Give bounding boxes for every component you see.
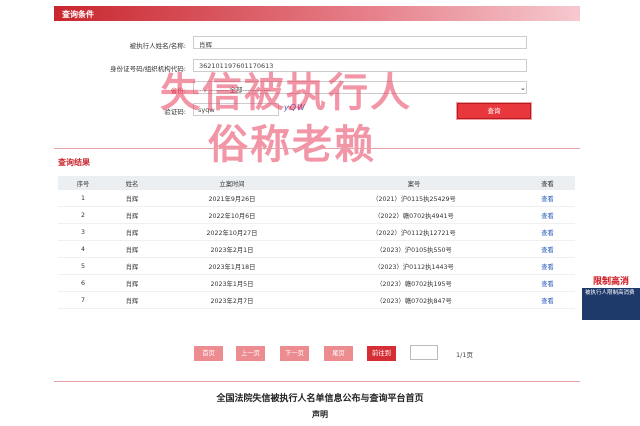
search-conditions-header: 查询条件: [54, 6, 580, 21]
table-row: 3 肖辉 2022年10月27日 （2022）沪0112执12721号 查看: [58, 223, 575, 241]
row-case: （2023）沪0105执550号: [308, 240, 520, 258]
view-link[interactable]: 查看: [520, 190, 575, 207]
divider: [54, 148, 580, 149]
row-no: 1: [58, 190, 108, 207]
row-date: 2022年10月27日: [156, 223, 308, 241]
row-date: 2023年2月7日: [156, 291, 308, 309]
header-name: 姓名: [108, 176, 156, 190]
table-row: 4 肖辉 2023年2月1日 （2023）沪0105执550号 查看: [58, 240, 575, 258]
header-view: 查看: [520, 176, 575, 190]
ad-title: 限制高消: [582, 276, 640, 288]
row-name: 肖辉: [108, 240, 156, 258]
page-info: 1/1页: [456, 351, 473, 359]
row-name: 肖辉: [108, 291, 156, 309]
row-date: 2023年1月18日: [156, 257, 308, 275]
ad-text: 被执行人限制高消费: [585, 290, 635, 296]
first-page-button[interactable]: 首页: [194, 346, 223, 361]
watermark-line1: 失信被执行人: [160, 70, 412, 116]
row-case: （2023）沪0112执1443号: [308, 257, 520, 275]
row-name: 肖辉: [108, 190, 156, 207]
table-row: 2 肖辉 2022年10月6日 （2022）赣0702执4941号 查看: [58, 206, 575, 224]
row-no: 7: [58, 291, 108, 309]
ad-banner[interactable]: 限制高消 被执行人限制高消费: [582, 276, 640, 320]
header-no: 序号: [58, 176, 108, 190]
row-no: 6: [58, 274, 108, 292]
goto-page-button[interactable]: 前往到: [367, 346, 396, 361]
row-no: 4: [58, 240, 108, 258]
view-link[interactable]: 查看: [520, 223, 575, 241]
row-case: （2022）赣0702执4941号: [308, 206, 520, 224]
header-case: 案号: [308, 176, 520, 190]
view-link[interactable]: 查看: [520, 274, 575, 292]
row-date: 2023年2月1日: [156, 240, 308, 258]
footer-divider: [54, 381, 580, 382]
results-table: 序号 姓名 立案时间 案号 查看 1 肖辉 2021年9月26日 （2021）沪011…: [58, 176, 575, 309]
prev-page-button[interactable]: 上一页: [236, 346, 265, 361]
row-no: 3: [58, 223, 108, 241]
row-name: 肖辉: [108, 206, 156, 224]
row-no: 2: [58, 206, 108, 224]
name-input[interactable]: 肖辉: [193, 36, 527, 49]
row-case: （2023）赣0702执195号: [308, 274, 520, 292]
next-page-button[interactable]: 下一页: [280, 346, 309, 361]
chevron-down-icon: ⌄: [520, 84, 526, 92]
row-no: 5: [58, 257, 108, 275]
watermark-line2: 俗称老赖: [208, 122, 376, 168]
row-date: 2022年10月6日: [156, 206, 308, 224]
header-date: 立案时间: [156, 176, 308, 190]
row-name: 肖辉: [108, 257, 156, 275]
table-header-row: 序号 姓名 立案时间 案号 查看: [58, 176, 575, 190]
view-link[interactable]: 查看: [520, 257, 575, 275]
page-number-input[interactable]: [410, 345, 438, 360]
name-label: 被执行人姓名/名称:: [129, 42, 186, 50]
view-link[interactable]: 查看: [520, 291, 575, 309]
row-case: （2021）沪0115执25429号: [308, 190, 520, 207]
footer-statement-link[interactable]: 声明: [0, 409, 640, 420]
row-date: 2021年9月26日: [156, 190, 308, 207]
footer-home-link[interactable]: 全国法院失信被执行人名单信息公布与查询平台首页: [0, 391, 640, 404]
panel-title: 查询条件: [62, 10, 94, 19]
row-name: 肖辉: [108, 274, 156, 292]
row-case: （2022）沪0112执12721号: [308, 223, 520, 241]
view-link[interactable]: 查看: [520, 240, 575, 258]
query-button[interactable]: 查询: [457, 103, 531, 119]
row-case: （2023）赣0702执847号: [308, 291, 520, 309]
view-link[interactable]: 查看: [520, 206, 575, 224]
row-date: 2023年1月5日: [156, 274, 308, 292]
results-title: 查询结果: [58, 158, 90, 167]
table-row: 1 肖辉 2021年9月26日 （2021）沪0115执25429号 查看: [58, 190, 575, 207]
row-name: 肖辉: [108, 223, 156, 241]
table-row: 7 肖辉 2023年2月7日 （2023）赣0702执847号 查看: [58, 291, 575, 309]
last-page-button[interactable]: 尾页: [324, 346, 353, 361]
table-row: 5 肖辉 2023年1月18日 （2023）沪0112执1443号 查看: [58, 257, 575, 275]
table-row: 6 肖辉 2023年1月5日 （2023）赣0702执195号 查看: [58, 274, 575, 292]
